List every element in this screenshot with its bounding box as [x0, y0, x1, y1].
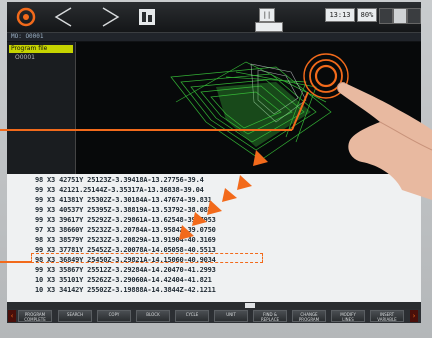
softkey-find-replace[interactable]: FIND & REPLACE: [253, 310, 287, 322]
panel-button-1[interactable]: [379, 8, 393, 24]
current-line-cursor: [31, 253, 263, 263]
softkey-copy[interactable]: COPY: [97, 310, 131, 322]
program-line[interactable]: 99 X3 40537Y 25395Z-3.38819A-13.53792-38…: [35, 206, 212, 215]
override-percent: 80%: [357, 8, 377, 22]
softkey-search[interactable]: SEARCH: [58, 310, 92, 322]
toolpath-graphic: [170, 61, 332, 161]
program-line[interactable]: 98 X3 42751Y 25123Z-3.39418A-13.27756-39…: [35, 176, 204, 185]
program-line[interactable]: 97 X3 38660Y 25232Z-3.20784A-13.9584Z-39…: [35, 226, 216, 235]
horizontal-scrollbar[interactable]: [7, 302, 421, 309]
panel-button-2[interactable]: [393, 8, 407, 24]
clock-display: 13:13: [325, 8, 355, 22]
callout-line-cursor: [0, 261, 32, 263]
program-tree: Program file O0001: [7, 42, 76, 174]
program-line[interactable]: 10 X3 35101Y 25262Z-3.29060A-14.42404-41…: [35, 276, 212, 285]
softkey-insert-variable[interactable]: INSERT VARIABLE: [370, 310, 404, 322]
program-line[interactable]: 99 X3 39617Y 25292Z-3.29861A-13.62548-39…: [35, 216, 216, 225]
panel-button-3[interactable]: [407, 8, 421, 24]
scroll-thumb[interactable]: [245, 303, 255, 308]
softkey-bar: ‹ PROGRAM COMPLETE SEARCH COPY BLOCK CYC…: [7, 309, 421, 323]
program-line[interactable]: 99 X3 35867Y 25512Z-3.29284A-14.20470-41…: [35, 266, 216, 275]
tree-item-program-file[interactable]: Program file: [9, 45, 73, 53]
softkey-unit[interactable]: UNIT: [214, 310, 248, 322]
document-icon[interactable]: [135, 5, 159, 29]
toolpath-viewport[interactable]: [76, 42, 421, 174]
mode-indicator: ||: [259, 8, 275, 22]
softkey-left-arrow-icon[interactable]: ‹: [8, 310, 16, 322]
softkey-cycle[interactable]: CYCLE: [175, 310, 209, 322]
callout-line-viewport: [0, 129, 292, 131]
top-toolbar: || 13:13 80%: [7, 2, 421, 33]
program-line[interactable]: 98 X3 38579Y 25232Z-3.20829A-13.91904-40…: [35, 236, 216, 245]
program-listing[interactable]: 98 X3 42751Y 25123Z-3.39418A-13.27756-39…: [7, 174, 421, 302]
cnc-screen: || 13:13 80% MO: O0001 Program file O000…: [7, 2, 421, 323]
program-line[interactable]: 99 X3 42121.25144Z-3.35317A-13.36838-39.…: [35, 186, 204, 195]
softkey-program-complete[interactable]: PROGRAM COMPLETE: [18, 310, 52, 322]
softkey-change-program[interactable]: CHANGE PROGRAM: [292, 310, 326, 322]
back-arrow-icon[interactable]: [51, 5, 77, 29]
status-line: MO: O0001: [7, 33, 421, 41]
program-line[interactable]: 10 X3 34142Y 25502Z-3.19888A-14.3844Z-42…: [35, 286, 216, 295]
tree-item-child[interactable]: O0001: [15, 54, 73, 62]
mode-sub-indicator: [255, 22, 283, 32]
forward-arrow-icon[interactable]: [97, 5, 123, 29]
program-line[interactable]: 99 X3 41381Y 25302Z-3.30184A-13.47674-39…: [35, 196, 212, 205]
softkey-block[interactable]: BLOCK: [136, 310, 170, 322]
softkey-right-arrow-icon[interactable]: ›: [410, 310, 418, 322]
gear-logo-icon[interactable]: [13, 5, 39, 29]
softkey-modify-lines[interactable]: MODIFY LINES: [331, 310, 365, 322]
